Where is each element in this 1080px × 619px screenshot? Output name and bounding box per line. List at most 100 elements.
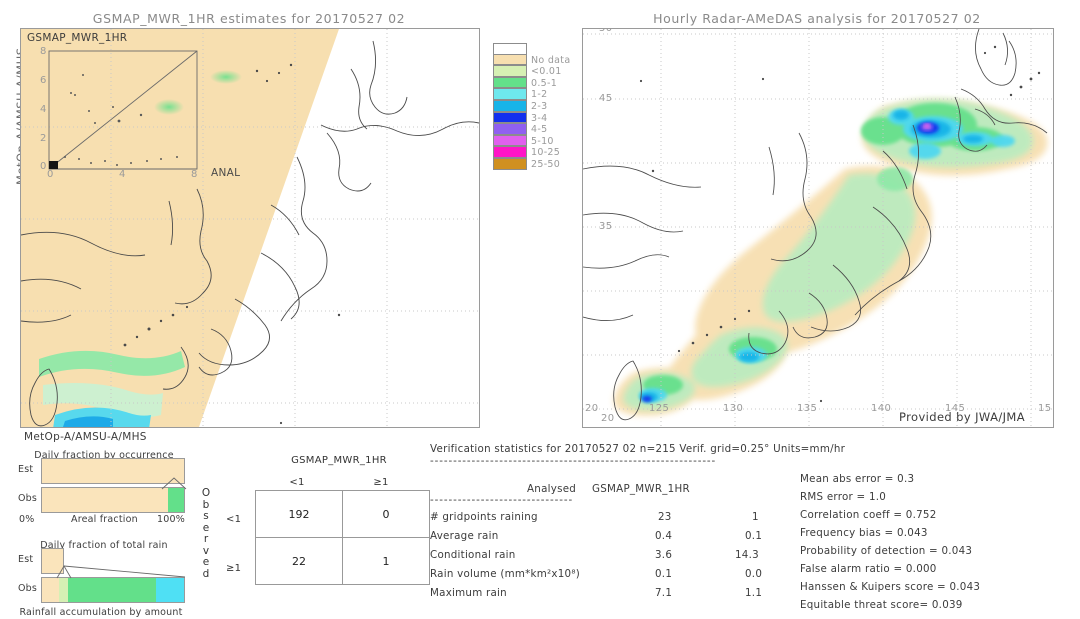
fraction-total-rain-bottom-wrap: Rainfall accumulation by amount xyxy=(10,600,192,619)
right-lat-tick-50: 50 xyxy=(599,28,613,34)
contingency-col-group-title: GSMAP_MWR_1HR xyxy=(291,455,387,466)
verification-score: Frequency bias = 0.043 xyxy=(800,527,928,539)
verification-row-analysed: 3.6 xyxy=(655,549,673,561)
obs-letter: O xyxy=(201,487,211,499)
verification-col-header-estimate: GSMAP_MWR_1HR xyxy=(592,483,690,495)
colorbar-label: 25-50 xyxy=(531,158,561,170)
inset-xtick-8: 8 xyxy=(191,169,198,180)
inset-ytick-8: 8 xyxy=(40,46,47,57)
verification-score: Mean abs error = 0.3 xyxy=(800,473,915,485)
left-panel-title-wrap: GSMAP_MWR_1HR estimates for 20170527 02 xyxy=(20,8,478,27)
colorbar-label: 2-3 xyxy=(531,100,548,112)
contingency-cell: 22 xyxy=(255,537,343,585)
totalrain-linker xyxy=(56,565,186,579)
right-lon-tick-125: 125 xyxy=(649,403,670,414)
left-map-canvas xyxy=(21,29,479,427)
verification-row-label: Rain volume (mm*km²x10⁸) xyxy=(430,568,581,580)
right-lon-tick-135: 135 xyxy=(797,403,818,414)
verification-score: Equitable threat score= 0.039 xyxy=(800,599,963,611)
contingency-col-header-2-wrap: ≥1 xyxy=(339,470,423,489)
occurrence-axis-center: Areal fraction xyxy=(71,514,138,525)
verification-row-analysed: 0.1 xyxy=(655,568,673,580)
right-map[interactable]: 50 45 35 20 20 125 130 135 140 145 15 Pr… xyxy=(582,28,1054,428)
verification-score: RMS error = 1.0 xyxy=(800,491,887,503)
occurrence-axis-max: 100% xyxy=(157,514,185,525)
right-map-canvas xyxy=(583,29,1053,427)
verification-row-analysed: 23 xyxy=(658,511,672,523)
colorbar-swatch xyxy=(493,53,527,66)
colorbar-swatch xyxy=(493,88,527,100)
colorbar-swatch xyxy=(493,65,527,77)
right-lon-tick-130: 130 xyxy=(723,403,744,414)
inset-xtick-4: 4 xyxy=(119,169,126,180)
colorbar-label: No data xyxy=(531,54,571,66)
verification-row-estimate: 0.0 xyxy=(745,568,763,580)
colorbar-label: 5-10 xyxy=(531,135,554,147)
obs-letter: r xyxy=(203,533,209,545)
contingency-cell: 1 xyxy=(342,537,430,585)
right-lon-tick-140: 140 xyxy=(871,403,892,414)
right-lon-tick-150: 15 xyxy=(1038,403,1052,414)
contingency-row-header-lt1: <1 xyxy=(226,514,242,525)
totalrain-obs-segment xyxy=(155,578,184,602)
colorbar-label: 4-5 xyxy=(531,124,548,136)
right-lat-corner-label: 20 xyxy=(601,413,615,424)
verification-row-label: Maximum rain xyxy=(430,587,507,599)
verification-row-estimate: 0.1 xyxy=(745,530,763,542)
totalrain-est-label: Est xyxy=(18,554,34,565)
colorbar-swatch xyxy=(493,123,527,135)
colorbar-swatch xyxy=(493,99,527,112)
verification-divider: ----------------------------------------… xyxy=(430,455,717,467)
verification-row-label: # gridpoints raining xyxy=(430,511,538,523)
occurrence-obs-label: Obs xyxy=(18,493,38,504)
verification-score: Probability of detection = 0.043 xyxy=(800,545,973,557)
colorbar-swatch xyxy=(493,146,527,158)
table-row: 192 0 xyxy=(255,490,430,538)
contingency-table: 192 0 22 1 xyxy=(255,490,430,585)
right-map-credit: Provided by JWA/JMA xyxy=(899,410,1025,424)
occurrence-obs-segment xyxy=(42,488,169,512)
occurrence-linker xyxy=(161,477,187,490)
totalrain-obs-label: Obs xyxy=(18,583,38,594)
inset-ytick-4: 4 xyxy=(40,104,47,115)
obs-letter: e xyxy=(202,556,210,568)
contingency-col-header-lt1: <1 xyxy=(289,477,305,488)
obs-letter: d xyxy=(202,567,210,580)
colorbar-entry: 25-50 xyxy=(493,157,570,171)
table-row: 22 1 xyxy=(255,537,430,585)
totalrain-obs-segment xyxy=(67,578,156,602)
colorbar-swatch xyxy=(493,76,527,89)
verification-divider-2: ------------------------------- xyxy=(430,494,574,506)
colorbar-label: <0.01 xyxy=(531,66,562,78)
inset-ytick-2: 2 xyxy=(40,133,47,144)
verification-score: Correlation coeff = 0.752 xyxy=(800,509,937,521)
left-inset-label: GSMAP_MWR_1HR xyxy=(27,32,128,44)
left-map[interactable]: GSMAP_MWR_1HR 8 6 4 2 0 0 4 8 ANAL xyxy=(20,28,480,428)
contingency-row-header-ge1: ≥1 xyxy=(226,563,242,574)
colorbar-label: 0.5-1 xyxy=(531,77,558,89)
colorbar-swatch xyxy=(493,134,527,147)
verification-row-estimate: 1.1 xyxy=(745,587,763,599)
verification-score: False alarm ratio = 0.000 xyxy=(800,563,937,575)
contingency-cell: 0 xyxy=(342,490,430,538)
verification-row-estimate: 14.3 xyxy=(735,549,759,561)
fraction-total-rain-bottom-label: Rainfall accumulation by amount xyxy=(19,607,183,618)
occurrence-est-label: Est xyxy=(18,464,34,475)
verification-row-estimate: 1 xyxy=(752,511,759,523)
inset-xtick-0: 0 xyxy=(47,169,54,180)
contingency-cell: 192 xyxy=(255,490,343,538)
totalrain-obs-segment xyxy=(59,578,68,602)
contingency-col-header-1-wrap: <1 xyxy=(255,470,339,489)
right-lat-tick-45: 45 xyxy=(599,93,613,104)
occurrence-axis-min: 0% xyxy=(19,514,35,525)
inset-anal-label: ANAL xyxy=(211,167,241,179)
left-panel-title: GSMAP_MWR_1HR estimates for 20170527 02 xyxy=(92,11,406,26)
right-panel-title: Hourly Radar-AMeDAS analysis for 2017052… xyxy=(653,11,981,26)
occurrence-obs-segment xyxy=(168,488,184,512)
contingency-col-header-ge1: ≥1 xyxy=(373,477,389,488)
contingency-row-axis-label: O b s e r v e d xyxy=(200,487,212,580)
obs-letter: s xyxy=(203,510,209,522)
right-lat-tick-35: 35 xyxy=(599,221,613,232)
inset-ytick-6: 6 xyxy=(40,75,47,86)
colorbar-label: 10-25 xyxy=(531,147,561,159)
